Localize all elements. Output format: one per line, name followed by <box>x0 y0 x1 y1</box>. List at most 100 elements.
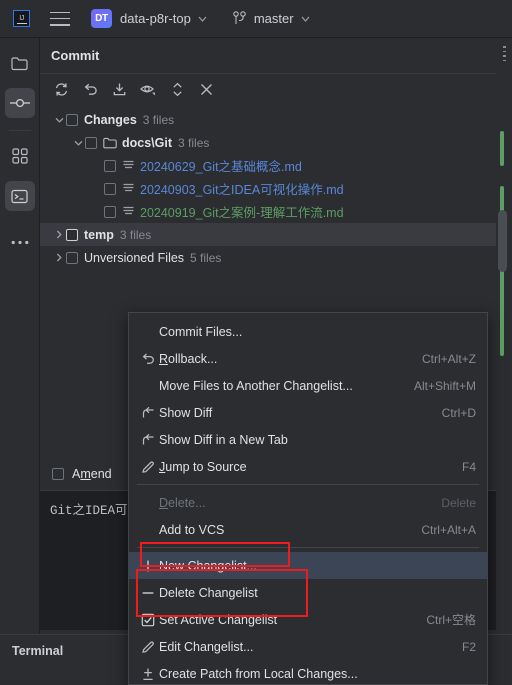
tree-row-checkbox[interactable] <box>85 136 97 149</box>
tree-row-checkbox[interactable] <box>104 159 116 172</box>
folder-icon <box>103 137 117 149</box>
hamburger-icon[interactable] <box>50 11 70 26</box>
tree-row-checkbox[interactable] <box>104 205 116 218</box>
scrollbar-thumb[interactable] <box>498 210 507 272</box>
menu-item-shortcut: F2 <box>461 639 476 654</box>
markdown-file-icon <box>122 159 135 172</box>
menu-separator <box>137 547 479 548</box>
amend-checkbox[interactable] <box>52 468 64 480</box>
checkbox-checked-icon <box>137 613 159 627</box>
tree-row-checkbox[interactable] <box>66 251 78 264</box>
chevron-right-icon[interactable] <box>52 251 66 265</box>
tree-row-label: Unversioned Files <box>84 250 185 265</box>
menu-item-shortcut: F4 <box>461 459 476 474</box>
tool-window-rail <box>0 38 40 685</box>
menu-item-show-diff[interactable]: Show Diff Ctrl+D <box>129 399 487 426</box>
branch-chevron-down-icon[interactable] <box>301 16 310 22</box>
tree-row-group[interactable]: Unversioned Files 5 files <box>40 246 496 269</box>
project-badge[interactable]: DT <box>91 9 112 28</box>
terminal-tab[interactable]: Terminal <box>12 644 63 658</box>
commit-toolbar <box>40 74 496 104</box>
diff-icon <box>137 433 159 447</box>
commit-message-value: Git之IDEA可 <box>50 504 128 518</box>
editor-scroll-strip[interactable] <box>496 38 512 685</box>
rail-item-terminal[interactable] <box>4 181 35 211</box>
menu-item-show-diff-in-a-new-tab[interactable]: Show Diff in a New Tab <box>129 426 487 453</box>
refresh-button[interactable] <box>50 78 72 100</box>
minus-icon <box>137 586 159 600</box>
tree-row-label: Changes <box>84 112 137 127</box>
grid-icon <box>11 148 28 164</box>
eye-icon <box>140 82 156 96</box>
menu-item-label: Jump to Source <box>159 459 247 474</box>
menu-item-set-active-changelist[interactable]: Set Active Changelist Ctrl+空格 <box>129 606 487 633</box>
update-project-button[interactable] <box>108 78 130 100</box>
tree-row-checkbox[interactable] <box>66 113 78 126</box>
menu-item-create-patch-from-local-changes[interactable]: Create Patch from Local Changes... <box>129 660 487 684</box>
menu-item-label: Show Diff in a New Tab <box>159 432 288 447</box>
pencil-icon <box>137 640 159 654</box>
menu-item-label: Show Diff <box>159 405 213 420</box>
tree-row-file[interactable]: 20240903_Git之IDEA可视化操作.md <box>40 177 496 200</box>
menu-item-commit-files[interactable]: Commit Files... <box>129 318 487 345</box>
tree-row-group[interactable]: temp 3 files <box>40 223 496 246</box>
rail-item-structure[interactable] <box>5 141 35 171</box>
menu-item-delete-changelist[interactable]: Delete Changelist <box>129 579 487 606</box>
menu-item-move-files-to-another-changelist[interactable]: Move Files to Another Changelist... Alt+S… <box>129 372 487 399</box>
menu-item-label: Add to VCS <box>159 522 225 537</box>
rail-item-commit[interactable] <box>4 88 35 118</box>
tree-row-label: 20240629_Git之基础概念.md <box>140 160 302 174</box>
changes-tree[interactable]: Changes 3 files docs\Git 3 files 20240629_Gi… <box>40 108 496 269</box>
ij-logo-underline <box>17 22 27 24</box>
vcs-change-marker <box>500 131 504 166</box>
download-icon <box>112 82 127 97</box>
menu-item-label: New Changelist... <box>159 558 257 573</box>
menu-separator <box>137 484 479 485</box>
project-chevron-down-icon[interactable] <box>198 16 207 22</box>
updown-icon <box>172 82 183 97</box>
inspection-dots-icon <box>503 46 506 64</box>
chevron-right-icon[interactable] <box>52 228 66 242</box>
menu-item-delete: Delete... Delete <box>129 489 487 516</box>
rail-item-more[interactable] <box>5 227 35 257</box>
menu-item-label: Delete Changelist <box>159 585 258 600</box>
rail-item-project[interactable] <box>5 48 35 78</box>
tree-row-checkbox[interactable] <box>66 228 78 241</box>
menu-item-shortcut: Alt+Shift+M <box>413 378 476 393</box>
git-branch-icon <box>233 11 246 26</box>
tree-row-checkbox[interactable] <box>104 182 116 195</box>
tree-row-folder[interactable]: docs\Git 3 files <box>40 131 496 154</box>
menu-item-label: Create Patch from Local Changes... <box>159 666 358 681</box>
tree-row-group[interactable]: Changes 3 files <box>40 108 496 131</box>
tree-row-label: temp <box>84 227 114 242</box>
menu-item-shortcut: Delete <box>441 495 476 510</box>
expand-collapse-button[interactable] <box>166 78 188 100</box>
menu-item-rollback[interactable]: Rollback... Ctrl+Alt+Z <box>129 345 487 372</box>
markdown-file-icon <box>122 182 135 195</box>
rollback-icon <box>137 352 159 366</box>
tree-row-label: 20240919_Git之案例-理解工作流.md <box>140 206 344 220</box>
menu-item-add-to-vcs[interactable]: Add to VCS Ctrl+Alt+A <box>129 516 487 543</box>
ij-logo-text: IJ <box>19 15 24 22</box>
pencil-icon <box>137 460 159 474</box>
tree-row-file[interactable]: 20240919_Git之案例-理解工作流.md <box>40 200 496 223</box>
menu-item-new-changelist[interactable]: New Changelist... <box>129 552 487 579</box>
menu-item-label: Edit Changelist... <box>159 639 254 654</box>
project-name[interactable]: data-p8r-top <box>120 11 191 26</box>
preview-diff-button[interactable] <box>137 78 159 100</box>
tree-row-file[interactable]: 20240629_Git之基础概念.md <box>40 154 496 177</box>
folder-icon <box>11 56 28 71</box>
menu-item-jump-to-source[interactable]: Jump to Source F4 <box>129 453 487 480</box>
chevron-down-icon[interactable] <box>52 113 66 127</box>
chevron-down-icon[interactable] <box>71 136 85 150</box>
branch-selector[interactable]: master <box>233 11 310 26</box>
menu-item-edit-changelist[interactable]: Edit Changelist... F2 <box>129 633 487 660</box>
intellij-logo-icon[interactable]: IJ <box>13 10 30 27</box>
collapse-all-button[interactable] <box>195 78 217 100</box>
menu-item-shortcut: Ctrl+Alt+A <box>421 522 476 537</box>
rollback-button[interactable] <box>79 78 101 100</box>
changes-context-menu[interactable]: Commit Files... Rollback... Ctrl+Alt+Z Move… <box>128 312 488 685</box>
menu-item-shortcut: Ctrl+D <box>441 405 476 420</box>
tree-row-count: 3 files <box>178 135 210 150</box>
plus-icon <box>137 559 159 573</box>
